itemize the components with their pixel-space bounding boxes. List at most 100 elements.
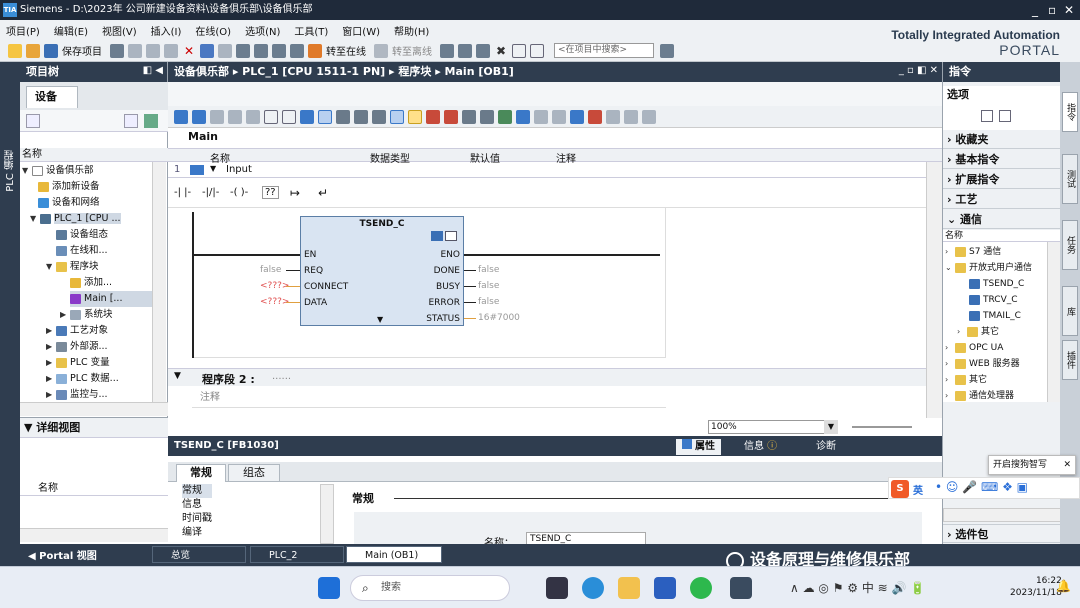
add-row-icon[interactable] xyxy=(228,109,242,124)
delete-icon[interactable]: ✕ xyxy=(182,44,196,58)
tree-item-add-block[interactable]: 添加... xyxy=(70,275,112,291)
paste-icon[interactable] xyxy=(164,43,178,58)
compile-icon[interactable] xyxy=(236,43,250,58)
subtab-config[interactable]: 组态 xyxy=(228,464,280,482)
left-side-tab[interactable] xyxy=(0,62,20,544)
comm-tsend-c[interactable]: TSEND_C xyxy=(969,276,1024,292)
menu-options[interactable]: 选项(N) xyxy=(245,23,280,38)
menu-window[interactable]: 窗口(W) xyxy=(342,23,380,38)
done-value[interactable]: false xyxy=(478,265,499,275)
option-list-icon[interactable] xyxy=(999,110,1011,122)
zoom-slider[interactable] xyxy=(852,426,912,428)
options-header[interactable]: 选项 xyxy=(943,86,1061,104)
status-tab-plc2[interactable]: PLC_2 xyxy=(250,546,344,563)
show-favorites-icon[interactable] xyxy=(390,109,404,124)
edge-icon[interactable] xyxy=(582,577,604,599)
collapse-panel-icon[interactable]: ◧ ◀ xyxy=(143,65,163,76)
detail-icon[interactable] xyxy=(144,114,158,128)
detail-hscrollbar[interactable] xyxy=(20,528,168,542)
rtab-testing[interactable]: 测试 xyxy=(1062,154,1078,204)
go-online-button[interactable]: 转至在线 xyxy=(326,43,366,58)
sogou-tooltip[interactable]: 开启搜狗智写 ✕ xyxy=(988,455,1076,475)
empty-box-button[interactable]: ?? xyxy=(262,186,279,199)
upload-icon[interactable] xyxy=(272,43,286,58)
pin-data[interactable]: DATA xyxy=(304,298,327,308)
instr-hscrollbar[interactable] xyxy=(943,508,1061,522)
interface-row-input[interactable]: 1 ▼ Input xyxy=(168,162,942,178)
tree-item-tech-objects[interactable]: ▶ 工艺对象 xyxy=(46,323,108,339)
jump-prev-error-icon[interactable] xyxy=(444,109,458,124)
word-icon[interactable] xyxy=(654,577,676,599)
comm-tmail-c[interactable]: TMAIL_C xyxy=(969,308,1021,324)
menu-help[interactable]: 帮助(H) xyxy=(394,23,429,38)
tag-info-icon[interactable] xyxy=(336,109,350,124)
options-package[interactable]: › 选件包 xyxy=(943,524,1061,543)
bookmark-next-icon[interactable] xyxy=(588,109,602,124)
plc-programming-tab[interactable]: PLC 编程 xyxy=(3,150,17,192)
tree-item-plc-tags[interactable]: ▶ PLC 变量 xyxy=(46,355,110,371)
comm-opcua[interactable]: › OPC UA xyxy=(945,340,1003,356)
menu-insert[interactable]: 插入(I) xyxy=(151,23,182,38)
group-communication[interactable]: ⌄ 通信 xyxy=(943,210,1061,229)
save-icon[interactable] xyxy=(44,43,58,58)
menu-edit[interactable]: 编辑(E) xyxy=(54,23,88,38)
network2-title-placeholder[interactable]: ...... xyxy=(272,371,291,382)
close-tooltip-icon[interactable]: ✕ xyxy=(1063,456,1071,474)
tree-item-main-ob1[interactable]: Main [... xyxy=(70,291,152,307)
search-icon[interactable] xyxy=(660,43,674,58)
simulation-icon[interactable] xyxy=(290,43,304,58)
group-favorites[interactable]: › 收藏夹 xyxy=(943,130,1061,149)
tsend-c-block[interactable]: TSEND_C EN REQ CONNECT DATA ENO DONE BUS… xyxy=(300,216,464,326)
insert-network-icon[interactable] xyxy=(174,109,188,124)
close-icon[interactable]: ✕ xyxy=(1064,0,1074,20)
pin-req[interactable]: REQ xyxy=(304,266,323,276)
monitor-on-off-icon[interactable] xyxy=(498,109,512,124)
tab-properties[interactable]: 属性 xyxy=(676,439,721,455)
editor-window-controls[interactable]: _ ▫ ◧ ✕ xyxy=(899,65,938,76)
outdent-icon[interactable] xyxy=(534,109,548,124)
tree-item-plc1[interactable]: ▼ PLC_1 [CPU ... xyxy=(30,211,121,227)
save-project-button[interactable]: 保存项目 xyxy=(62,43,102,58)
delete-network-icon[interactable] xyxy=(192,109,206,124)
network2-header[interactable]: ▼ 程序段 2 : ...... xyxy=(168,368,926,386)
overview-icon[interactable] xyxy=(124,114,138,128)
pin-status[interactable]: STATUS xyxy=(426,314,460,324)
wechat-app-icon[interactable] xyxy=(690,577,712,599)
rtab-addins[interactable]: 插件 xyxy=(1062,340,1078,380)
update-calls-icon[interactable] xyxy=(462,109,476,124)
go-offline-icon[interactable] xyxy=(374,43,388,58)
set-bookmark-icon[interactable] xyxy=(606,109,620,124)
tree-item-online-diag[interactable]: 在线和... xyxy=(56,243,108,259)
tree-item-plc-datatypes[interactable]: ▶ PLC 数据... xyxy=(46,371,119,387)
file-explorer-icon[interactable] xyxy=(618,577,640,599)
taskbar-search-box[interactable]: 搜索 xyxy=(350,575,510,601)
group-technology[interactable]: › 工艺 xyxy=(943,190,1061,209)
comm-trcv-c[interactable]: TRCV_C xyxy=(969,292,1018,308)
nav-compile[interactable]: 编译 xyxy=(182,526,212,540)
split-vertical-icon[interactable] xyxy=(530,43,544,58)
stop-cpu-icon[interactable] xyxy=(476,43,490,58)
insert-row-icon[interactable] xyxy=(210,109,224,124)
start-cpu-icon[interactable] xyxy=(458,43,472,58)
block-tests-icon[interactable] xyxy=(642,109,656,124)
favorites-icon[interactable] xyxy=(246,109,260,124)
task-view-icon[interactable] xyxy=(546,577,568,599)
nav-general[interactable]: 常规 xyxy=(182,484,212,498)
option-view-icon[interactable] xyxy=(981,110,993,122)
status-value[interactable]: 16#7000 xyxy=(478,313,520,323)
expand-block-icon[interactable]: ▼ xyxy=(377,315,383,324)
zoom-dropdown-icon[interactable]: ▼ xyxy=(824,420,838,434)
copy-icon[interactable] xyxy=(146,43,160,58)
tree-item-external-sources[interactable]: ▶ 外部源... xyxy=(46,339,108,355)
error-value[interactable]: false xyxy=(478,297,499,307)
no-contact-button[interactable]: -| |- xyxy=(174,187,191,198)
tree-vscrollbar[interactable] xyxy=(152,162,166,402)
indent-icon[interactable] xyxy=(516,109,530,124)
open-branch-button[interactable]: ↦ xyxy=(290,186,300,200)
data-value[interactable]: <???> xyxy=(260,297,289,307)
open-all-icon[interactable] xyxy=(354,109,368,124)
pin-done[interactable]: DONE xyxy=(434,266,460,276)
open-project-icon[interactable] xyxy=(26,43,40,58)
tree-item-project[interactable]: ▼ 设备俱乐部 xyxy=(22,163,94,179)
status-tab-overview[interactable]: 总览 xyxy=(152,546,246,563)
